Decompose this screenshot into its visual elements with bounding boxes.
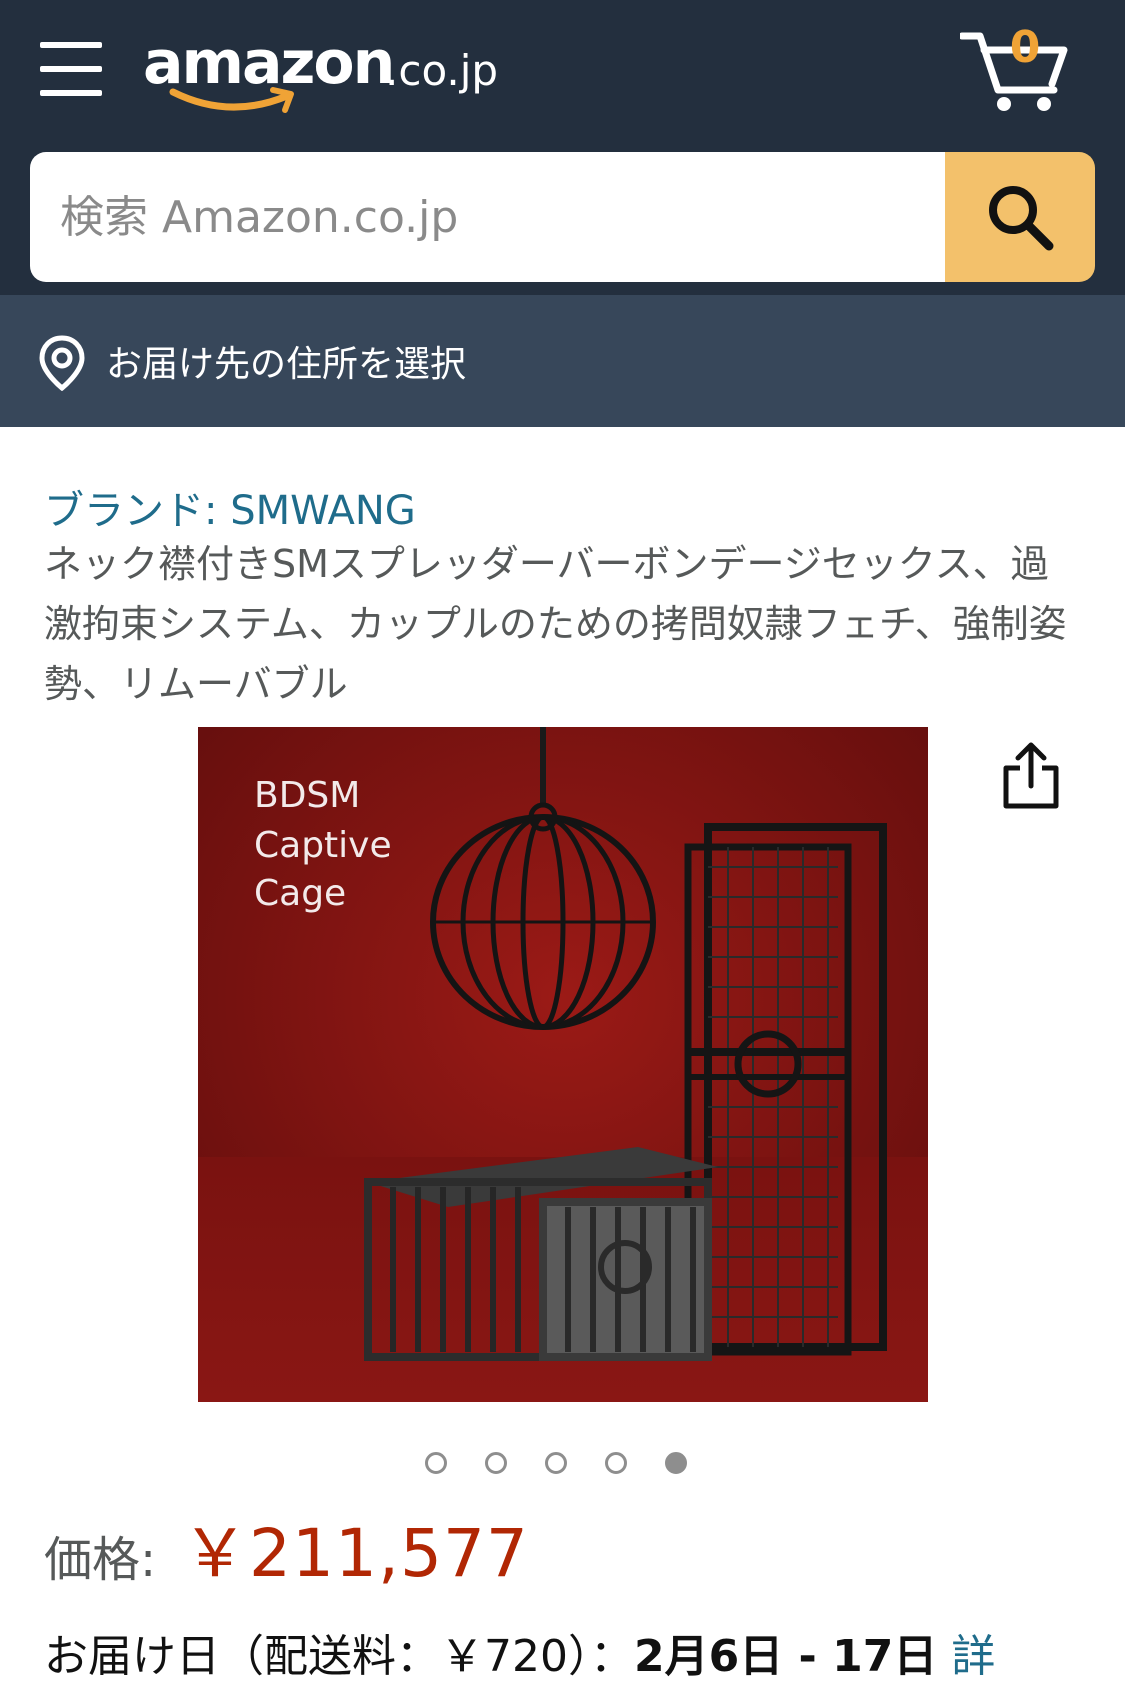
logo-domain: .co.jp — [385, 46, 499, 95]
delivery-date: 2月6日 - 17日 — [633, 1631, 938, 1682]
search-button[interactable] — [945, 152, 1095, 282]
search-input[interactable] — [30, 152, 950, 282]
carousel-dot-4[interactable] — [605, 1452, 627, 1474]
share-icon — [1003, 742, 1059, 809]
image-caption-line-1: BDSM — [254, 775, 360, 816]
product-photo-illustration: BDSM Captive Cage — [198, 727, 928, 1402]
image-caption-line-2: Captive — [254, 825, 392, 866]
share-button[interactable] — [1000, 740, 1064, 812]
delivery-estimate: お届け日（配送料：￥720）：2月6日 - 17日 詳 — [44, 1620, 1104, 1684]
menu-icon[interactable] — [40, 40, 102, 98]
search-icon — [989, 186, 1054, 251]
carousel-dot-1[interactable] — [425, 1452, 447, 1474]
location-pin-icon — [39, 335, 85, 391]
image-carousel-indicator — [425, 1452, 725, 1482]
brand-link[interactable]: ブランド: SMWANG — [44, 478, 416, 536]
price-section: 価格: ￥211,577 — [44, 1500, 844, 1592]
carousel-dot-5[interactable] — [665, 1452, 687, 1474]
logo-smile-icon — [169, 87, 294, 113]
product-title: ネック襟付きSMスプレッダーバーボンデージセックス、過激拘束システム、カップルの… — [44, 542, 1067, 706]
carousel-dot-3[interactable] — [545, 1452, 567, 1474]
delivery-details-link[interactable]: 詳 — [951, 1631, 995, 1682]
product-image[interactable]: BDSM Captive Cage — [198, 727, 928, 1402]
cart-count-badge: 0 — [1009, 22, 1041, 73]
amazon-logo[interactable]: amazon .co.jp — [143, 22, 503, 122]
delivery-address-selector[interactable]: お届け先の住所を選択 — [0, 295, 1125, 427]
carousel-dot-2[interactable] — [485, 1452, 507, 1474]
search-bar — [30, 152, 1095, 282]
cart-button[interactable]: 0 — [960, 22, 1070, 112]
image-caption-line-3: Cage — [254, 873, 346, 914]
price-label: 価格: — [44, 1532, 157, 1588]
delivery-prefix: お届け日（配送料：￥720）： — [44, 1631, 634, 1682]
delivery-address-label: お届け先の住所を選択 — [106, 344, 467, 385]
top-nav-bar: amazon .co.jp 0 — [0, 0, 1125, 295]
price-value: ￥211,577 — [182, 1515, 529, 1592]
